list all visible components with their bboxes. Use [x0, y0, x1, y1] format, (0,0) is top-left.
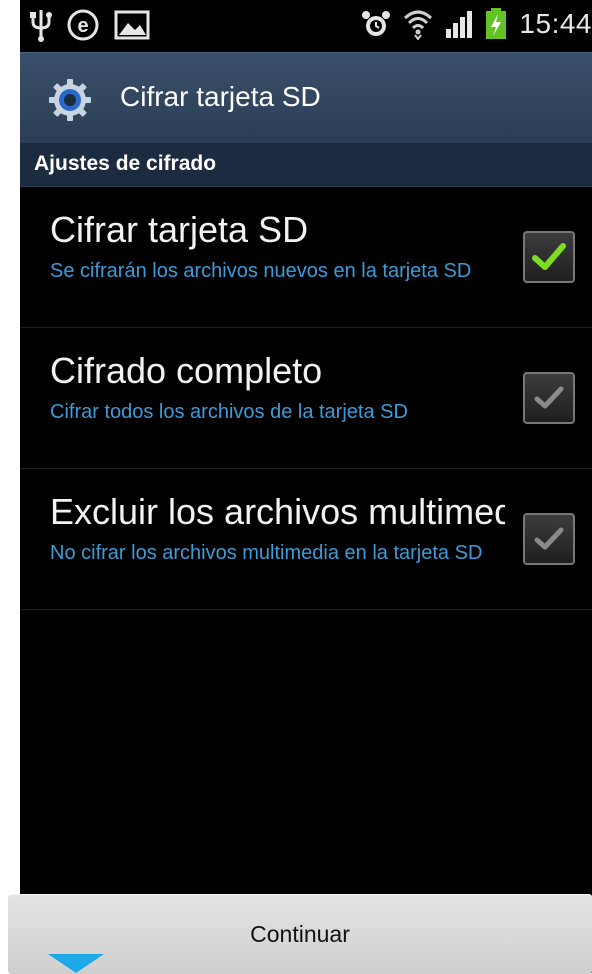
gallery-icon — [114, 10, 150, 40]
checkmark-icon — [532, 243, 566, 270]
status-bar-left-icons: e — [30, 8, 150, 42]
pref-summary: Cifrar todos los archivos de la tarjeta … — [50, 401, 408, 423]
pref-title: Cifrado completo — [50, 350, 323, 391]
settings-gear-icon[interactable] — [48, 78, 92, 122]
pref-title: Cifrar tarjeta SD — [50, 209, 309, 250]
section-header-label: Ajustes de cifrado — [34, 152, 217, 175]
encrypt-sd-card-checkbox[interactable] — [523, 231, 575, 283]
action-bar: Cifrar tarjeta SD — [20, 52, 592, 144]
exclude-multimedia-checkbox[interactable] — [523, 513, 575, 565]
action-bar-title: Cifrar tarjeta SD — [120, 81, 321, 112]
full-encryption-checkbox[interactable] — [523, 372, 575, 424]
checkmark-icon — [534, 527, 564, 550]
status-bar-time: 15:44 — [519, 8, 592, 39]
status-bar-right-icons: 15:44 — [361, 8, 592, 40]
usb-icon — [30, 10, 52, 42]
wifi-icon — [404, 10, 433, 40]
checkmark-icon — [534, 386, 564, 409]
pref-exclude-multimedia[interactable]: Excluir los archivos multimedia No cifra… — [20, 469, 592, 610]
section-header: Ajustes de cifrado — [20, 144, 592, 187]
battery-charging-icon — [486, 8, 507, 39]
pref-summary: No cifrar los archivos multimedia en la … — [50, 542, 483, 564]
e-notification-icon: e — [67, 9, 99, 41]
pref-summary: Se cifrarán los archivos nuevos en la ta… — [50, 260, 472, 282]
alarm-icon — [362, 11, 391, 36]
svg-text:e: e — [77, 15, 88, 37]
screen: e 15:44 Cifrar tarjeta SD Ajustes de cif… — [20, 0, 592, 973]
text-selection-handle[interactable] — [48, 954, 104, 973]
status-bar: e 15:44 — [20, 0, 592, 52]
pref-encrypt-sd-card[interactable]: Cifrar tarjeta SD Se cifrarán los archiv… — [20, 187, 592, 328]
pref-title: Excluir los archivos multimedia — [50, 491, 505, 532]
signal-icon — [446, 11, 473, 38]
continue-button-label: Continuar — [250, 921, 350, 947]
pref-full-encryption[interactable]: Cifrado completo Cifrar todos los archiv… — [20, 328, 592, 469]
